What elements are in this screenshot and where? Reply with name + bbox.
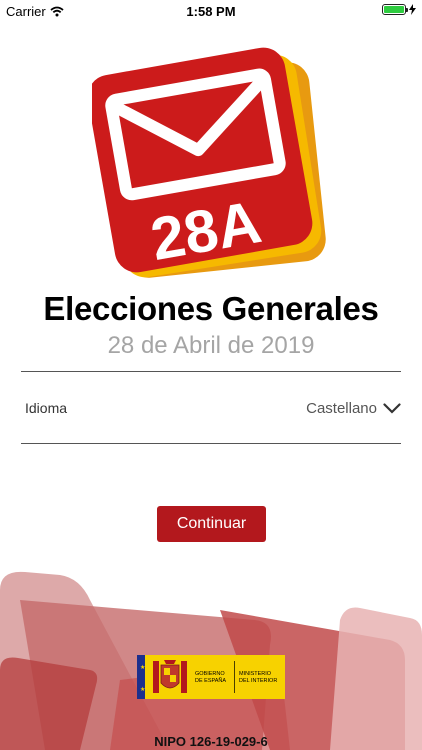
language-value: Castellano	[306, 399, 377, 417]
continue-button[interactable]: Continuar	[157, 506, 266, 542]
gov-right-line2: DEL INTERIOR	[239, 678, 277, 684]
nipo-code: NIPO 126-19-029-6	[154, 734, 268, 749]
language-value-wrap[interactable]: Castellano	[306, 400, 401, 417]
gov-left-line2: DE ESPAÑA	[195, 677, 226, 684]
page-title: Elecciones Generales	[43, 290, 379, 327]
divider-top	[21, 371, 401, 372]
svg-text:★: ★	[140, 664, 145, 671]
svg-text:★: ★	[140, 686, 145, 693]
gov-right-line1: MINISTERIO	[239, 671, 272, 677]
gov-left-line1: GOBIERNO	[195, 671, 225, 677]
charging-icon	[409, 4, 416, 15]
coat-of-arms-icon	[153, 660, 187, 693]
government-logo: ★ ★ GOBIERNO DE ESPAÑA MINISTERIO DEL IN…	[137, 655, 285, 699]
app-logo: 28A	[92, 47, 326, 278]
clock: 1:58 PM	[186, 4, 236, 19]
language-label: Idioma	[25, 400, 68, 416]
battery-area	[382, 4, 416, 15]
language-selector[interactable]: Idioma Castellano	[21, 390, 401, 426]
status-bar: Carrier 1:58 PM	[0, 0, 422, 22]
battery-icon	[382, 4, 408, 15]
chevron-down-icon	[383, 402, 401, 414]
divider-bottom	[21, 443, 401, 444]
election-date: 28 de Abril de 2019	[107, 332, 315, 359]
